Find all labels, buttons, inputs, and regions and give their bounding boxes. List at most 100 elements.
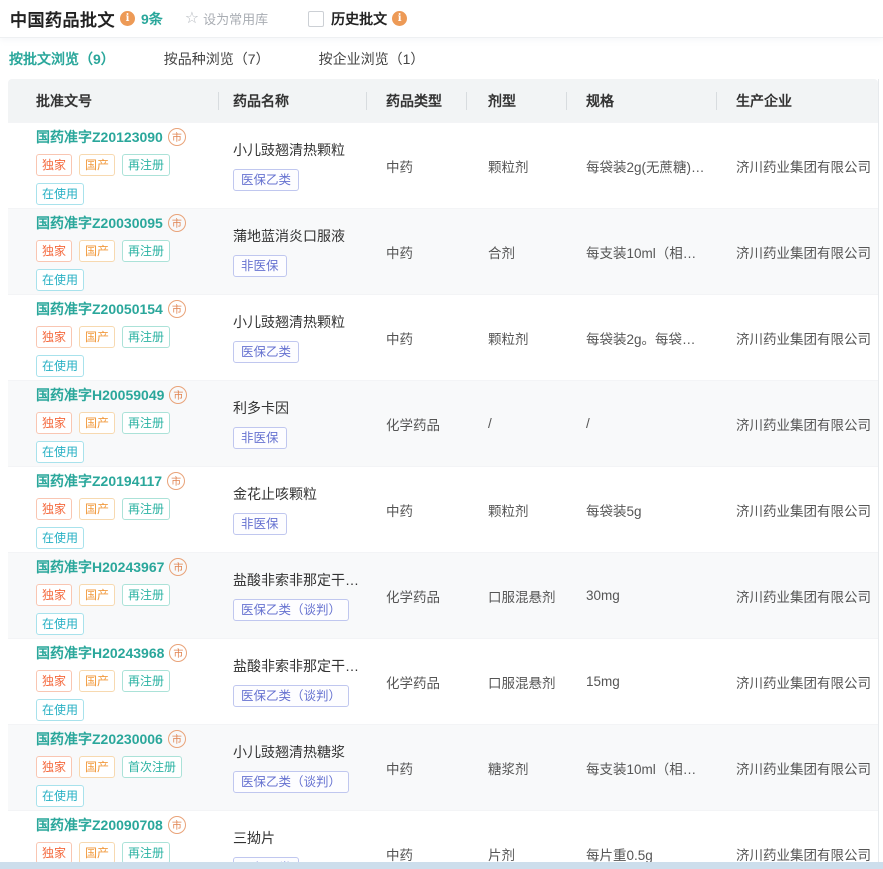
table-row: 国药准字Z20123090 市 独家 国产 再注册 在使用 小儿豉翘清热颗粒 医保乙类… <box>8 122 878 208</box>
status-tag: 再注册 <box>122 669 171 692</box>
drug-name: 蒲地蓝消炎口服液 <box>233 227 345 244</box>
status-tag: 再注册 <box>122 325 171 348</box>
status-tag: 国产 <box>79 755 116 778</box>
manufacturer-cell: 济川药业集团有限公司 <box>736 847 871 863</box>
spec-cell: 每袋装2g(无蔗糖)… <box>586 159 705 175</box>
history-checkbox[interactable] <box>308 10 325 27</box>
spec-cell: 每片重0.5g <box>586 847 653 863</box>
market-badge-icon: 市 <box>167 729 186 748</box>
col-header-manufacturer: 生产企业 <box>716 91 878 111</box>
col-header-dosage-form: 剂型 <box>466 91 566 111</box>
col-header-approval-no: 批准文号 <box>36 92 92 109</box>
table-row: 国药准字H20059049 市 独家 国产 再注册 在使用 利多卡因 非医保 化学药品… <box>8 380 878 466</box>
drug-type-cell: 中药 <box>386 847 413 863</box>
status-tag: 在使用 <box>36 354 85 377</box>
insurance-tag: 医保乙类 <box>233 168 300 192</box>
manufacturer-cell: 济川药业集团有限公司 <box>736 331 871 347</box>
status-tags: 独家国产再注册在使用 <box>36 669 204 721</box>
table-body: 国药准字Z20123090 市 独家 国产 再注册 在使用 小儿豉翘清热颗粒 医保乙类… <box>8 122 878 869</box>
result-count: 9条 <box>141 10 163 27</box>
market-badge-icon: 市 <box>169 557 188 576</box>
status-tag: 国产 <box>79 497 116 520</box>
table-row: 国药准字Z20194117 市 独家 国产 再注册 在使用 金花止咳颗粒 非医保 中药… <box>8 466 878 552</box>
spec-cell: 每袋装5g <box>586 503 642 519</box>
status-tag: 再注册 <box>122 153 171 176</box>
manufacturer-cell: 济川药业集团有限公司 <box>736 245 871 261</box>
dosage-form-cell: 合剂 <box>488 245 515 261</box>
status-tag: 独家 <box>36 497 73 520</box>
status-tag: 在使用 <box>36 268 85 291</box>
drug-name: 金花止咳颗粒 <box>233 485 317 502</box>
manufacturer-cell: 济川药业集团有限公司 <box>736 761 871 777</box>
status-tag: 独家 <box>36 153 73 176</box>
tab-by-variety[interactable]: 按品种浏览（7） <box>164 49 270 69</box>
title-bar: 中国药品批文 i 9条 ☆ 设为常用库 历史批文 i <box>0 0 883 38</box>
manufacturer-cell: 济川药业集团有限公司 <box>736 417 871 433</box>
status-tag: 国产 <box>79 411 116 434</box>
approval-number-link[interactable]: 国药准字Z20123090 <box>36 127 163 147</box>
tab-by-approval[interactable]: 按批文浏览（9） <box>9 49 115 69</box>
status-tag: 在使用 <box>36 526 85 549</box>
drug-type-cell: 化学药品 <box>386 675 440 691</box>
history-info-icon[interactable]: i <box>392 11 408 26</box>
drug-type-cell: 中药 <box>386 331 413 347</box>
page-title: 中国药品批文 <box>10 11 115 30</box>
drug-name: 小儿豉翘清热糖浆 <box>233 743 345 760</box>
approvals-table: 批准文号 药品名称 药品类型 剂型 规格 生产企业 国药准字Z20123090 … <box>8 79 879 869</box>
market-badge-icon: 市 <box>167 127 186 146</box>
status-tag: 再注册 <box>122 583 171 606</box>
spec-cell: 每支装10ml（相… <box>586 761 697 777</box>
drug-type-cell: 中药 <box>386 761 413 777</box>
approval-number-link[interactable]: 国药准字H20243967 <box>36 557 164 577</box>
market-badge-icon: 市 <box>169 643 188 662</box>
approval-number-link[interactable]: 国药准字H20243968 <box>36 643 164 663</box>
set-common-library-button[interactable]: ☆ 设为常用库 <box>185 9 268 28</box>
info-icon[interactable]: i <box>120 11 135 26</box>
market-badge-icon: 市 <box>169 385 188 404</box>
insurance-tag: 医保乙类 <box>233 340 300 364</box>
status-tags: 独家国产再注册在使用 <box>36 497 204 549</box>
approval-number-link[interactable]: 国药准字Z20194117 <box>36 471 162 491</box>
drug-name: 盐酸非索非那定干… <box>233 657 359 674</box>
status-tag: 国产 <box>79 841 116 864</box>
spec-cell: 每袋装2g。每袋… <box>586 331 696 347</box>
insurance-tag: 非医保 <box>233 426 287 450</box>
dosage-form-cell: / <box>488 416 492 431</box>
table-row: 国药准字H20243968 市 独家 国产 再注册 在使用 盐酸非索非那定干… 医保乙… <box>8 638 878 724</box>
table-row: 国药准字Z20050154 市 独家 国产 再注册 在使用 小儿豉翘清热颗粒 医保乙类… <box>8 294 878 380</box>
dosage-form-cell: 颗粒剂 <box>488 159 529 175</box>
approval-number-link[interactable]: 国药准字Z20090708 <box>36 815 163 835</box>
drug-type-cell: 化学药品 <box>386 589 440 605</box>
approval-number-link[interactable]: 国药准字H20059049 <box>36 385 164 405</box>
tab-by-enterprise[interactable]: 按企业浏览（1） <box>319 49 425 69</box>
approval-number-link[interactable]: 国药准字Z20030095 <box>36 213 163 233</box>
status-tag: 在使用 <box>36 182 85 205</box>
status-tag: 国产 <box>79 153 116 176</box>
dosage-form-cell: 颗粒剂 <box>488 503 529 519</box>
history-approvals-toggle[interactable]: 历史批文 i <box>308 9 408 29</box>
approval-number-link[interactable]: 国药准字Z20050154 <box>36 299 163 319</box>
spec-cell: 每支装10ml（相… <box>586 245 697 261</box>
status-tags: 独家国产再注册在使用 <box>36 153 204 205</box>
dosage-form-cell: 口服混悬剂 <box>488 589 556 605</box>
status-tag: 再注册 <box>122 239 171 262</box>
drug-type-cell: 中药 <box>386 503 413 519</box>
status-tag: 在使用 <box>36 784 85 807</box>
drug-type-cell: 中药 <box>386 159 413 175</box>
insurance-tag: 非医保 <box>233 512 287 536</box>
market-badge-icon: 市 <box>167 815 186 834</box>
status-tag: 再注册 <box>122 841 171 864</box>
col-header-drug-name: 药品名称 <box>218 91 366 111</box>
status-tag: 在使用 <box>36 440 85 463</box>
drug-name: 小儿豉翘清热颗粒 <box>233 313 345 330</box>
status-tag: 在使用 <box>36 698 85 721</box>
col-header-spec: 规格 <box>566 91 716 111</box>
status-tag: 再注册 <box>122 411 171 434</box>
status-tag: 独家 <box>36 755 73 778</box>
insurance-tag: 非医保 <box>233 254 287 278</box>
insurance-tag: 医保乙类（谈判） <box>233 684 350 708</box>
approval-number-link[interactable]: 国药准字Z20230006 <box>36 729 163 749</box>
table-header: 批准文号 药品名称 药品类型 剂型 规格 生产企业 <box>8 79 878 122</box>
star-icon: ☆ <box>184 9 200 27</box>
horizontal-scrollbar[interactable] <box>0 862 883 869</box>
